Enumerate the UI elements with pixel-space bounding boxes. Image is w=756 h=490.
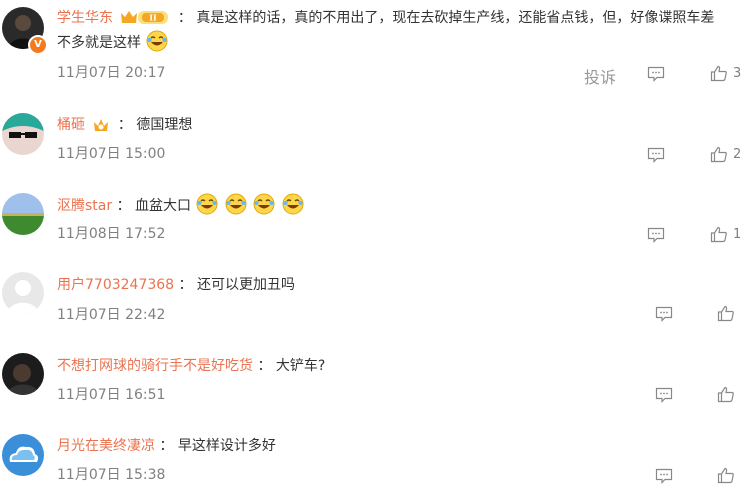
laugh-cry-emoji-icon [253, 193, 275, 215]
crown-badge-icon[interactable] [92, 117, 110, 141]
avatar[interactable] [2, 353, 44, 395]
thumbs-up-icon [717, 386, 734, 403]
comment-time: 11月07日 20:17 [57, 65, 166, 81]
laugh-cry-emoji-icon [282, 193, 304, 215]
comment-icon[interactable] [655, 387, 673, 407]
thumbs-up-icon [717, 305, 734, 322]
thumbs-up-icon [710, 146, 727, 163]
thumbs-up-icon [717, 467, 734, 484]
comment-text: 德国理想 [136, 117, 193, 133]
comment-text: 早这样设计多好 [177, 438, 276, 454]
comment-time: 11月07日 15:38 [57, 467, 166, 483]
like-button[interactable] [710, 146, 728, 167]
like-button[interactable] [710, 65, 728, 86]
comment-time: 11月08日 17:52 [57, 226, 166, 242]
report-button[interactable]: 投诉 [584, 64, 616, 88]
username-link[interactable]: 学生华东 [57, 10, 113, 26]
thumbs-up-icon [710, 226, 727, 243]
verified-badge-icon: V [28, 35, 48, 55]
username-link[interactable]: 桶砸 [57, 117, 85, 133]
avatar[interactable] [2, 272, 44, 314]
separator: ： [116, 198, 131, 214]
comment-text: 还可以更加丑吗 [196, 277, 295, 293]
like-button[interactable] [717, 386, 735, 407]
comment-item: V 学生华东 II ： 真是这样的话，真的不用出了，现在去砍掉生产线，还能省点钱… [0, 0, 756, 90]
like-count: 3 [733, 66, 742, 81]
comment-icon[interactable] [647, 66, 665, 86]
comment-time: 11月07日 16:51 [57, 387, 166, 403]
username-link[interactable]: 用户7703247368 [57, 277, 174, 293]
comment-text: 真是这样的话，真的不用出了，现在去砍掉生产线，还能省点钱，但，好像谍照车差 [196, 10, 715, 26]
comment-icon[interactable] [647, 147, 665, 167]
comment-time: 11月07日 22:42 [57, 307, 166, 323]
separator: ： [159, 438, 174, 454]
comment-item: 用户7703247368 ： 还可以更加丑吗 11月07日 22:42 [0, 266, 756, 336]
laugh-cry-emoji-icon [146, 30, 168, 52]
separator: ： [117, 117, 132, 133]
comment-item: 不想打网球的骑行手不是好吃货 ： 大铲车? 11月07日 16:51 [0, 347, 756, 417]
comment-icon[interactable] [655, 306, 673, 326]
like-button[interactable] [717, 305, 735, 326]
comment-item: 桶砸 ： 德国理想 11月07日 15:00 2 [0, 105, 756, 175]
laugh-cry-emoji-icon [196, 193, 218, 215]
username-link[interactable]: 不想打网球的骑行手不是好吃货 [57, 358, 253, 374]
avatar[interactable] [2, 193, 44, 235]
comment-text: 不多就是这样 [57, 35, 141, 51]
like-count: 1 [733, 227, 742, 242]
separator: ： [178, 277, 193, 293]
svg-text:II: II [150, 13, 158, 23]
comment-item: 月光在美终凄凉 ： 早这样设计多好 11月07日 15:38 [0, 428, 756, 490]
avatar[interactable] [2, 113, 44, 155]
username-link[interactable]: 沤腾star [57, 198, 112, 214]
laugh-cry-emoji-icon [225, 193, 247, 215]
username-link[interactable]: 月光在美终凄凉 [57, 438, 155, 454]
like-button[interactable] [717, 467, 735, 488]
comment-text: 血盆大口 [135, 198, 192, 214]
comment-time: 11月07日 15:00 [57, 146, 166, 162]
avatar[interactable] [2, 434, 44, 476]
separator: ： [177, 10, 192, 26]
like-button[interactable] [710, 226, 728, 247]
comment-icon[interactable] [647, 227, 665, 247]
comment-icon[interactable] [655, 468, 673, 488]
thumbs-up-icon [710, 65, 727, 82]
comment-text: 大铲车? [275, 358, 326, 374]
like-count: 2 [733, 147, 742, 162]
separator: ： [257, 358, 272, 374]
comment-item: 沤腾star ： 血盆大口 11月08日 17:52 1 [0, 186, 756, 256]
